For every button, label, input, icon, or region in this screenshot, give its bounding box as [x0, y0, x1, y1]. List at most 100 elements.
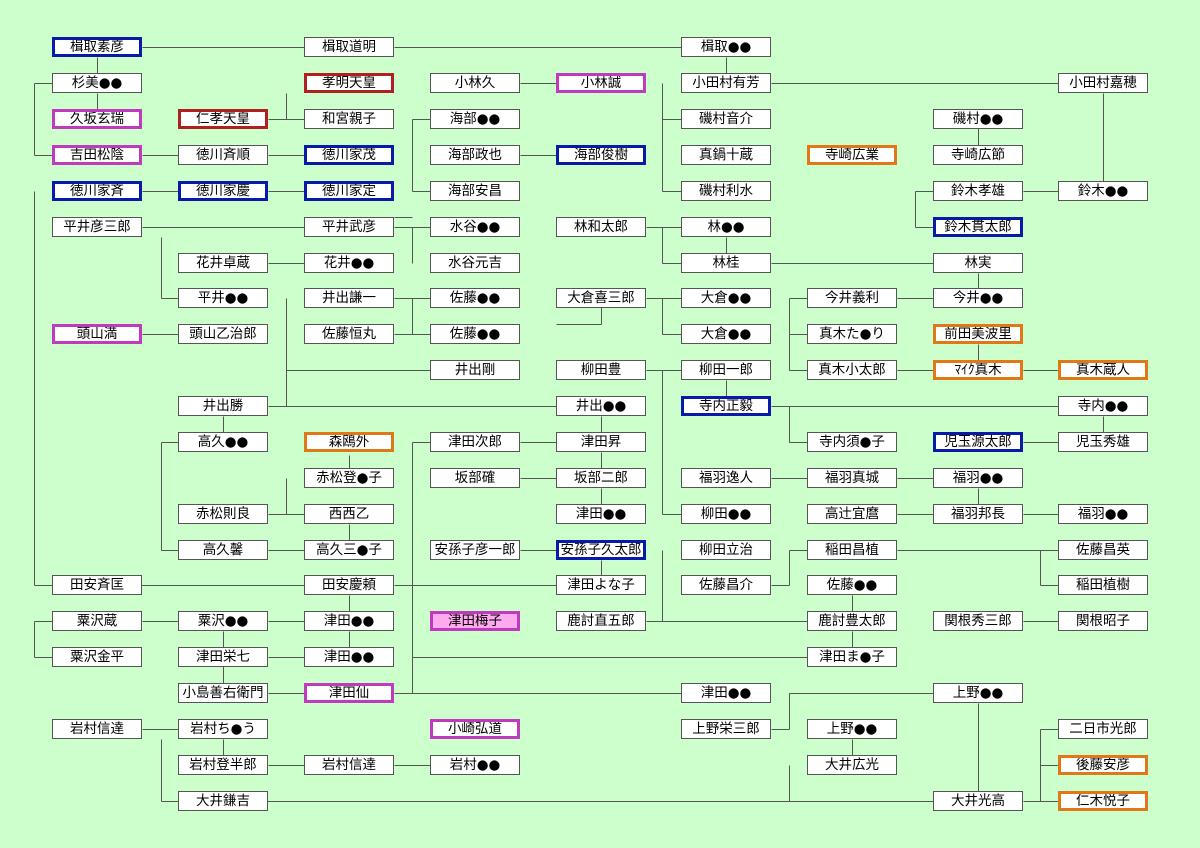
- person-box: 寺崎広節: [933, 145, 1023, 165]
- person-box: 上野栄三郎: [681, 719, 771, 739]
- person-box: 頭山満: [52, 324, 142, 344]
- person-box: 林実: [933, 253, 1023, 273]
- person-box: 安孫子久太郎: [556, 540, 646, 560]
- person-box: 佐藤●●: [430, 288, 520, 308]
- person-box: 津田仙: [304, 683, 394, 703]
- person-box: 林●●: [681, 217, 771, 237]
- person-box: 津田梅子: [430, 611, 520, 631]
- person-box: 岩村信達: [52, 719, 142, 739]
- person-box: 真木蔵人: [1058, 360, 1148, 380]
- person-box: 福羽邦長: [933, 504, 1023, 524]
- person-box: 津田ま●子: [807, 647, 897, 667]
- person-box: 徳川家茂: [304, 145, 394, 165]
- person-box: 前田美波里: [933, 324, 1023, 344]
- person-box: 上野●●: [807, 719, 897, 739]
- person-box: 粟沢蔵: [52, 611, 142, 631]
- person-box: 磯村利水: [681, 181, 771, 201]
- person-box: 高久三●子: [304, 540, 394, 560]
- person-box: 今井●●: [933, 288, 1023, 308]
- person-box: 岩村ち●う: [178, 719, 268, 739]
- person-box: 久坂玄瑞: [52, 109, 142, 129]
- person-box: 大倉喜三郎: [556, 288, 646, 308]
- person-box: 仁木悦子: [1058, 791, 1148, 811]
- person-box: 寺内正毅: [681, 396, 771, 416]
- person-box: 稲田昌植: [807, 540, 897, 560]
- person-box: 小田村有芳: [681, 73, 771, 93]
- person-box: 柳田立治: [681, 540, 771, 560]
- person-box: 頭山乙治郎: [178, 324, 268, 344]
- person-box: 坂部二郎: [556, 468, 646, 488]
- person-box: 平井●●: [178, 288, 268, 308]
- family-tree-diagram: 楫取素彦 杉美●● 久坂玄瑞 吉田松陰 徳川家斉 平井彦三郎 頭山満 田安斉匡 …: [0, 0, 1200, 848]
- person-box: 楫取道明: [304, 37, 394, 57]
- person-box: 大倉●●: [681, 324, 771, 344]
- person-box: 徳川家斉: [52, 181, 142, 201]
- person-box: 田安斉匡: [52, 575, 142, 595]
- person-box: 佐藤昌英: [1058, 540, 1148, 560]
- person-box: 今井義利: [807, 288, 897, 308]
- person-box: 楫取素彦: [52, 37, 142, 57]
- person-box: 関根秀三郎: [933, 611, 1023, 631]
- person-box: 花井●●: [304, 253, 394, 273]
- person-box: 林桂: [681, 253, 771, 273]
- person-box: 岩村●●: [430, 755, 520, 775]
- person-box: 安孫子彦一郎: [430, 540, 520, 560]
- person-box: 大倉●●: [681, 288, 771, 308]
- person-box: 井出勝: [178, 396, 268, 416]
- person-box: 井出●●: [556, 396, 646, 416]
- person-box: 津田次郎: [430, 432, 520, 452]
- person-box: 津田●●: [304, 647, 394, 667]
- person-box: 真鍋十蔵: [681, 145, 771, 165]
- person-box: 徳川斉順: [178, 145, 268, 165]
- person-box: 関根昭子: [1058, 611, 1148, 631]
- person-box: 佐藤昌介: [681, 575, 771, 595]
- person-box: ﾏｲｸ真木: [933, 360, 1023, 380]
- person-box: 小林久: [430, 73, 520, 93]
- person-box: 林和太郎: [556, 217, 646, 237]
- person-box: 津田栄七: [178, 647, 268, 667]
- person-box: 津田●●: [681, 683, 771, 703]
- person-box: 高久●●: [178, 432, 268, 452]
- person-box: 鈴木●●: [1058, 181, 1148, 201]
- person-box: 平井武彦: [304, 217, 394, 237]
- person-box: 花井卓蔵: [178, 253, 268, 273]
- person-box: 福羽逸人: [681, 468, 771, 488]
- person-box: 寺内●●: [1058, 396, 1148, 416]
- person-box: 児玉源太郎: [933, 432, 1023, 452]
- person-box: 真木た●り: [807, 324, 897, 344]
- person-box: 赤松則良: [178, 504, 268, 524]
- person-box: 小田村嘉穂: [1058, 73, 1148, 93]
- person-box: 井出謙一: [304, 288, 394, 308]
- person-box: 海部政也: [430, 145, 520, 165]
- person-box: 後藤安彦: [1058, 755, 1148, 775]
- person-box: 津田よな子: [556, 575, 646, 595]
- person-box: 鹿討豊太郎: [807, 611, 897, 631]
- person-box: 磯村●●: [933, 109, 1023, 129]
- person-box: 大井鎌吉: [178, 791, 268, 811]
- person-box: 福羽●●: [933, 468, 1023, 488]
- person-box: 平井彦三郎: [52, 217, 142, 237]
- person-box: 寺崎広業: [807, 145, 897, 165]
- person-box: 鈴木貫太郎: [933, 217, 1023, 237]
- person-box: 徳川家定: [304, 181, 394, 201]
- person-box: 楫取●●: [681, 37, 771, 57]
- person-box: 粟沢金平: [52, 647, 142, 667]
- person-box: 水谷元吉: [430, 253, 520, 273]
- person-box: 赤松登●子: [304, 468, 394, 488]
- person-box: 坂部確: [430, 468, 520, 488]
- person-box: 佐藤●●: [430, 324, 520, 344]
- person-box: 仁孝天皇: [178, 109, 268, 129]
- person-box: 柳田一郎: [681, 360, 771, 380]
- person-box: 柳田豊: [556, 360, 646, 380]
- person-box: 岩村登半郎: [178, 755, 268, 775]
- person-box: 和宮親子: [304, 109, 394, 129]
- person-box: 柳田●●: [681, 504, 771, 524]
- person-box: 海部●●: [430, 109, 520, 129]
- person-box: 二日市光郎: [1058, 719, 1148, 739]
- person-box: 佐藤●●: [807, 575, 897, 595]
- person-box: 津田●●: [556, 504, 646, 524]
- person-box: 西西乙: [304, 504, 394, 524]
- person-box: 小崎弘道: [430, 719, 520, 739]
- person-box: 津田昇: [556, 432, 646, 452]
- person-box: 磯村音介: [681, 109, 771, 129]
